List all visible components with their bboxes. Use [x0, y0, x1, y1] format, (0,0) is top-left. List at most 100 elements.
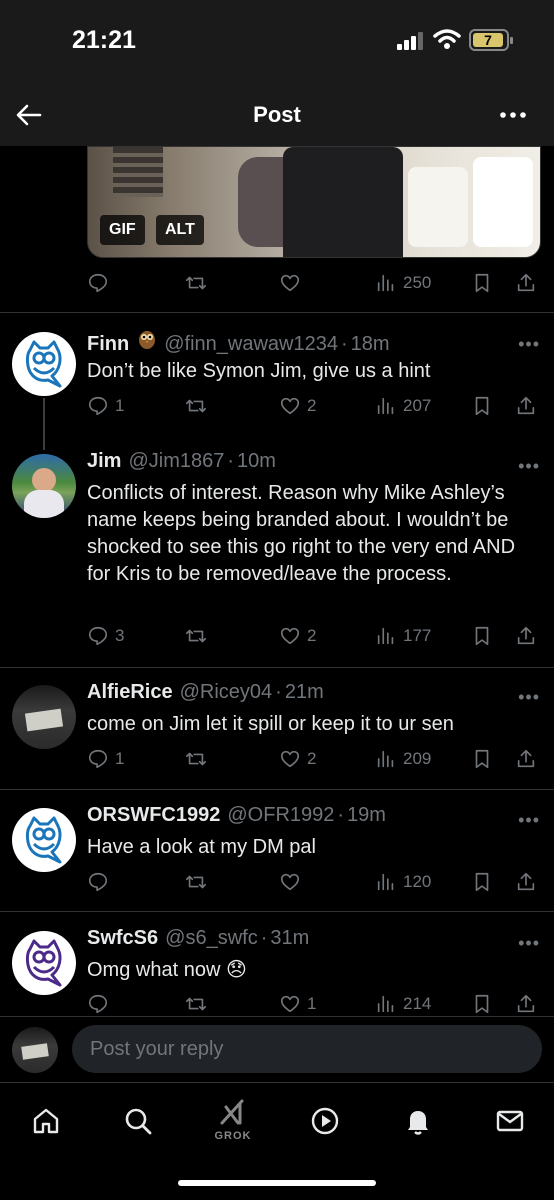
more-icon[interactable] — [498, 100, 528, 130]
tab-notifications[interactable] — [398, 1101, 438, 1141]
reply-action-bar: 1 2 207 — [87, 391, 541, 421]
share-button[interactable] — [515, 621, 537, 651]
alt-badge[interactable]: ALT — [156, 215, 204, 245]
timestamp: 21m — [284, 681, 324, 703]
repost-icon — [186, 997, 206, 1011]
handle[interactable]: @finn_wawaw1234 — [164, 333, 338, 356]
views-count: 214 — [403, 994, 432, 1013]
reply-header: AlfieRice @Ricey04 · 21m — [87, 681, 324, 704]
share-button[interactable] — [515, 744, 537, 774]
timestamp: 31m — [270, 927, 310, 949]
bookmark-button[interactable] — [471, 867, 493, 897]
display-name[interactable]: ORSWFC1992 — [87, 804, 220, 827]
repost-icon — [186, 875, 206, 889]
top-bar: Post — [0, 86, 554, 146]
like-icon — [280, 397, 300, 415]
reply-button[interactable] — [87, 268, 109, 298]
share-button[interactable] — [515, 268, 537, 298]
like-button[interactable] — [279, 268, 301, 298]
bookmark-button[interactable] — [471, 391, 493, 421]
avatar[interactable] — [12, 808, 76, 872]
handle[interactable]: @Ricey04 — [180, 681, 273, 704]
repost-button[interactable] — [185, 268, 207, 298]
more-icon[interactable]: ••• — [518, 334, 540, 355]
timestamp: 10m — [237, 450, 276, 472]
reply-input-placeholder: Post your reply — [90, 1038, 224, 1060]
display-name[interactable]: Finn — [87, 333, 129, 356]
reply-count: 3 — [115, 626, 125, 645]
owl-icon — [25, 816, 62, 864]
views-button[interactable]: 209 — [375, 744, 431, 774]
views-button[interactable]: 214 — [375, 989, 431, 1015]
views-icon — [377, 873, 394, 891]
repost-button[interactable] — [185, 867, 207, 897]
views-icon — [377, 750, 394, 768]
views-button[interactable]: 177 — [375, 621, 431, 651]
reply-action-bar: 3 2 177 — [87, 621, 541, 651]
divider — [0, 667, 554, 668]
repost-button[interactable] — [185, 621, 207, 651]
handle[interactable]: @Jim1867 — [128, 450, 224, 473]
bookmark-icon — [475, 994, 489, 1014]
views-button[interactable]: 250 — [375, 268, 431, 298]
more-icon[interactable]: ••• — [518, 810, 540, 831]
like-button[interactable]: 1 — [279, 989, 316, 1015]
views-button[interactable]: 207 — [375, 391, 431, 421]
divider — [0, 312, 554, 313]
display-name[interactable]: Jim — [87, 450, 121, 473]
reply-button[interactable] — [87, 867, 109, 897]
like-button[interactable]: 2 — [279, 621, 316, 651]
tab-grok[interactable] — [212, 1093, 252, 1133]
post-media-gif[interactable]: GIF ALT — [87, 146, 541, 258]
views-button[interactable]: 120 — [375, 867, 431, 897]
like-count: 2 — [307, 626, 317, 645]
avatar[interactable] — [12, 685, 76, 749]
like-button[interactable]: 2 — [279, 744, 316, 774]
like-button[interactable] — [279, 867, 301, 897]
avatar[interactable] — [12, 454, 76, 518]
reply-button[interactable] — [87, 989, 109, 1015]
home-indicator — [178, 1180, 376, 1186]
like-icon — [280, 995, 300, 1013]
reply-button[interactable]: 1 — [87, 391, 124, 421]
reply-text: come on Jim let it spill or keep it to u… — [87, 713, 454, 735]
repost-button[interactable] — [185, 744, 207, 774]
display-name[interactable]: AlfieRice — [87, 681, 173, 704]
tab-video[interactable] — [305, 1101, 345, 1141]
tab-home[interactable] — [26, 1101, 66, 1141]
tab-search[interactable] — [118, 1101, 158, 1141]
views-count: 120 — [403, 872, 432, 891]
bookmark-icon — [475, 273, 489, 293]
bookmark-button[interactable] — [471, 268, 493, 298]
views-icon — [377, 995, 394, 1013]
status-bar: 21:21 7 — [0, 0, 554, 86]
share-button[interactable] — [515, 391, 537, 421]
like-count: 2 — [307, 749, 317, 768]
reply-input[interactable]: Post your reply — [72, 1025, 542, 1073]
bookmark-button[interactable] — [471, 621, 493, 651]
views-count: 177 — [403, 626, 432, 645]
share-button[interactable] — [515, 867, 537, 897]
more-icon[interactable]: ••• — [518, 456, 540, 477]
tab-messages[interactable] — [490, 1101, 530, 1141]
repost-button[interactable] — [185, 391, 207, 421]
more-icon[interactable]: ••• — [518, 933, 540, 954]
reply-button[interactable]: 3 — [87, 621, 124, 651]
reply-button[interactable]: 1 — [87, 744, 124, 774]
like-icon — [280, 750, 300, 768]
more-icon[interactable]: ••• — [518, 687, 540, 708]
bookmark-button[interactable] — [471, 744, 493, 774]
repost-button[interactable] — [185, 989, 207, 1015]
media-scene — [283, 147, 403, 257]
display-name[interactable]: SwfcS6 — [87, 927, 158, 950]
video-icon — [311, 1107, 339, 1135]
like-button[interactable]: 2 — [279, 391, 316, 421]
share-button[interactable] — [515, 989, 537, 1015]
handle[interactable]: @s6_swfc — [165, 927, 258, 950]
bookmark-button[interactable] — [471, 989, 493, 1015]
avatar[interactable] — [12, 931, 76, 995]
divider — [0, 789, 554, 790]
handle[interactable]: @OFR1992 — [227, 804, 334, 827]
avatar[interactable] — [12, 332, 76, 396]
timestamp: 18m — [350, 333, 390, 355]
